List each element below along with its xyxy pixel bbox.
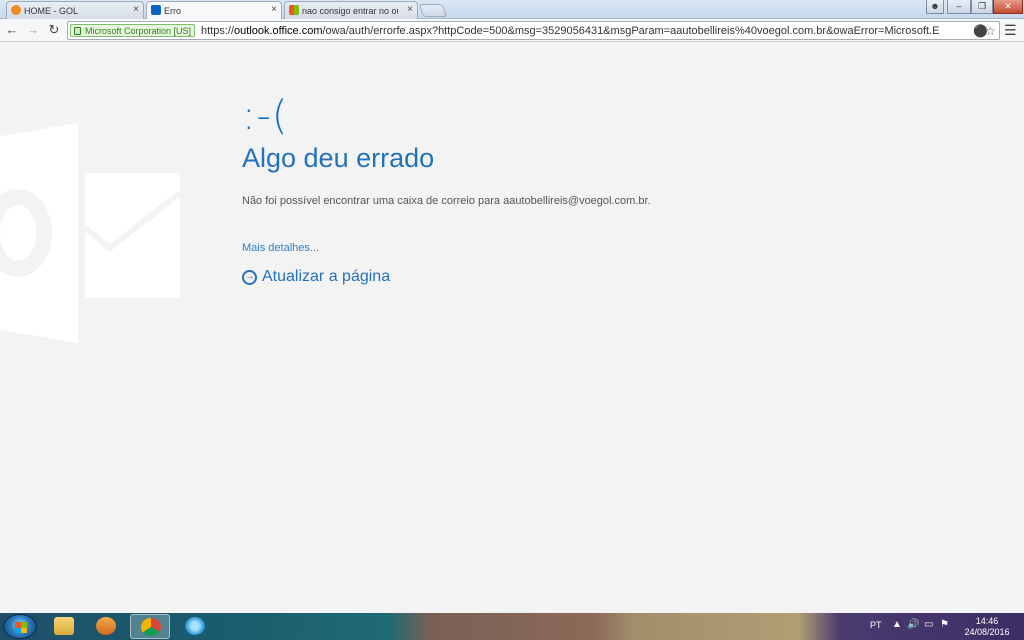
address-bar[interactable]: Microsoft Corporation [US] https://outlo… [67,21,1000,40]
profile-icon[interactable]: ☻ [926,0,944,14]
taskbar-internet-explorer[interactable] [175,614,215,639]
folder-icon [54,617,74,635]
sad-face-emoticon: :-( [242,93,289,139]
outlook-favicon-icon [151,5,161,15]
outlook-watermark-logo [0,123,182,343]
page-content: :-( Algo deu errado Não foi possível enc… [0,43,1024,613]
clock[interactable]: 14:46 24/08/2016 [962,616,1012,638]
more-details-link[interactable]: Mais detalhes... [242,242,319,254]
refresh-page-label: Atualizar a página [262,268,391,285]
taskbar-explorer[interactable] [44,614,84,639]
windows-logo-icon [15,622,27,633]
display-icon[interactable]: ▭ [924,619,933,630]
tab-home-gol[interactable]: HOME - GOL × [6,1,144,19]
tab-erro[interactable]: Erro × [146,1,282,20]
tab-title: Erro [164,6,182,16]
reload-icon[interactable]: ↻ [46,22,62,38]
minimize-button[interactable]: – [947,0,971,14]
url-path: /owa/auth/errorfe.aspx?httpCode=500&msg=… [322,25,940,37]
taskbar-media-player[interactable] [86,614,126,639]
tab-title: HOME - GOL [24,6,79,16]
clock-date: 24/08/2016 [964,627,1010,637]
page-title: Algo deu errado [242,143,435,173]
gol-favicon-icon [11,5,21,15]
new-tab-button[interactable] [418,4,448,17]
url-text[interactable]: https://outlook.office.com/owa/auth/erro… [201,25,971,37]
clock-time: 14:46 [975,616,999,626]
ev-security-badge[interactable]: Microsoft Corporation [US] [70,24,196,37]
tab-close-icon[interactable]: × [407,4,413,15]
microsoft-favicon-icon [289,5,299,15]
tab-forum[interactable]: nao consigo entrar no outl × [284,1,418,19]
internet-explorer-icon [185,617,205,635]
restore-button[interactable]: ❐ [971,0,993,14]
browser-toolbar: ← → ↻ Microsoft Corporation [US] https:/… [0,19,1024,42]
chrome-icon [141,618,161,636]
forward-arrow-icon[interactable]: → [25,22,41,38]
url-host: outlook.office.com [234,25,323,37]
start-button[interactable] [3,614,37,639]
arrow-right-circle-icon: → [242,269,257,285]
language-indicator[interactable]: PT [870,620,882,630]
windows-taskbar: PT ▲ 🔊 ▭ ⚑ 14:46 24/08/2016 [0,613,1024,640]
refresh-page-link[interactable]: → Atualizar a página [242,268,390,286]
lock-icon [74,27,81,35]
error-message: Não foi possível encontrar uma caixa de … [242,195,651,207]
browser-tab-strip: HOME - GOL × Erro × nao consigo entrar n… [0,0,1024,20]
media-player-icon [96,617,116,635]
close-window-button[interactable]: ✕ [993,0,1023,14]
system-tray: PT ▲ 🔊 ▭ ⚑ 14:46 24/08/2016 [860,613,1024,640]
volume-icon[interactable]: 🔊 [907,619,919,630]
security-badge-label: Microsoft Corporation [US] [85,26,192,36]
bookmark-star-icon[interactable]: ☆ [985,24,996,38]
tab-close-icon[interactable]: × [271,4,277,15]
back-arrow-icon[interactable]: ← [4,22,20,38]
show-hidden-icons-icon[interactable]: ▲ [892,619,902,630]
network-warning-icon[interactable]: ⚑ [940,619,949,630]
url-scheme: https:// [201,25,235,37]
hamburger-menu-icon[interactable]: ☰ [1004,22,1017,39]
tab-title: nao consigo entrar no outl [302,6,398,16]
taskbar-chrome[interactable] [130,614,170,639]
tab-close-icon[interactable]: × [133,4,139,15]
